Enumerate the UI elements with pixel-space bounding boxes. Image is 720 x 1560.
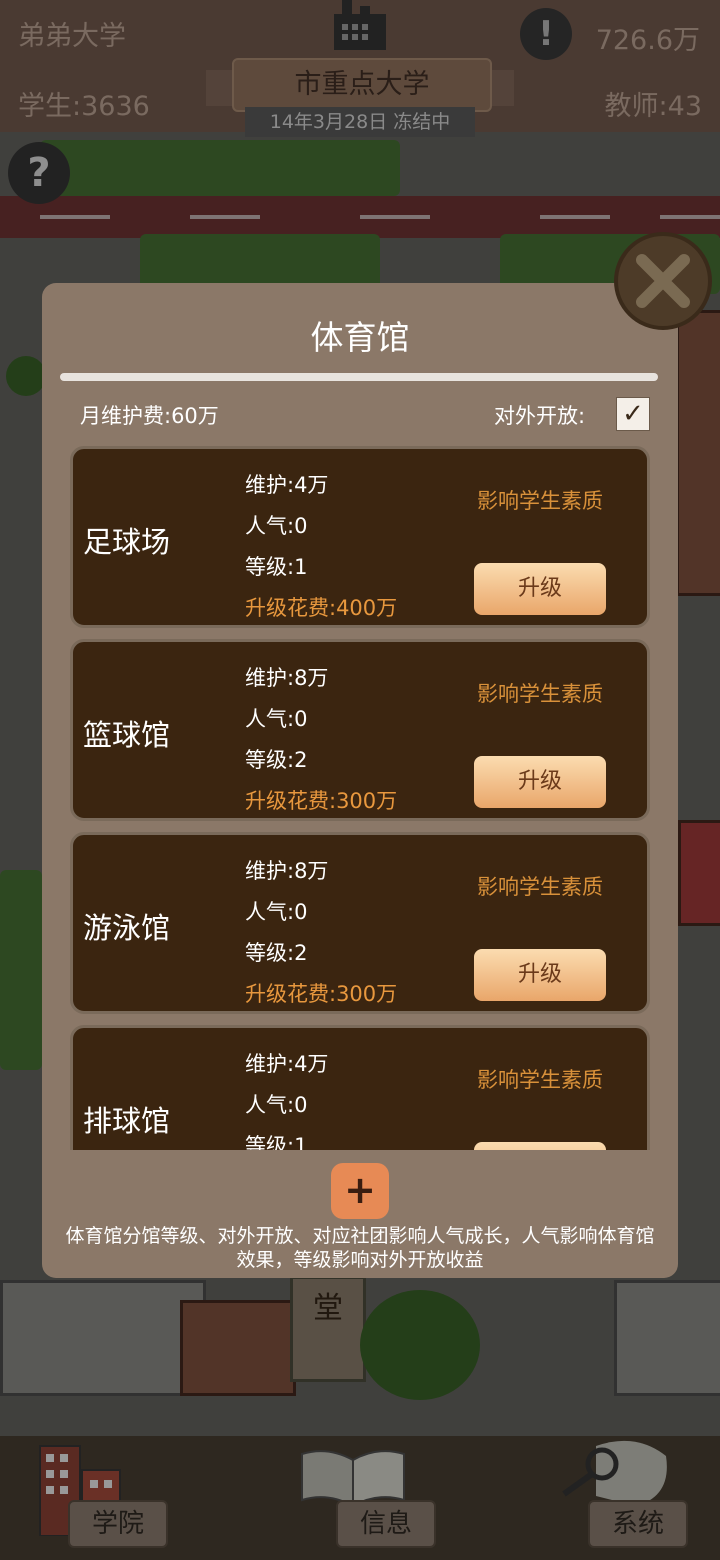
- facility-level: 等级:1: [245, 1134, 308, 1150]
- close-button[interactable]: [614, 232, 712, 330]
- panel-title: 体育馆: [310, 318, 410, 357]
- facility-popularity: 人气:0: [245, 900, 308, 924]
- top-hud: 弟弟大学 ! 726.6万 市重点大学 14年3月28日 冻结中 学生:3636…: [0, 0, 720, 137]
- students-count: 学生:3636: [18, 91, 150, 122]
- question-icon[interactable]: ?: [8, 142, 70, 204]
- facility-maintenance: 维护:8万: [245, 666, 329, 690]
- add-facility-button[interactable]: +: [331, 1163, 389, 1219]
- upgrade-button[interactable]: 升级: [474, 949, 606, 1001]
- open-to-public-label: 对外开放:: [494, 404, 586, 428]
- facility-card: 排球馆 维护:4万 人气:0 等级:1 影响学生素质 升级: [70, 1025, 650, 1150]
- facility-card: 游泳馆 维护:8万 人气:0 等级:2 升级花费:300万 影响学生素质 升级: [70, 832, 650, 1014]
- facility-effect: 影响学生素质: [477, 875, 603, 899]
- facility-popularity: 人气:0: [245, 707, 308, 731]
- facility-upgrade-cost: 升级花费:300万: [245, 789, 398, 813]
- factory-icon: [330, 0, 390, 50]
- facility-popularity: 人气:0: [245, 514, 308, 538]
- rank-title: 市重点大学: [232, 58, 492, 112]
- facility-maintenance: 维护:4万: [245, 1052, 329, 1076]
- facility-effect: 影响学生素质: [477, 682, 603, 706]
- facility-name: 足球场: [83, 525, 171, 559]
- alert-icon[interactable]: !: [520, 8, 572, 60]
- facility-card: 篮球馆 维护:8万 人气:0 等级:2 升级花费:300万 影响学生素质 升级: [70, 639, 650, 821]
- facility-upgrade-cost: 升级花费:300万: [245, 982, 398, 1006]
- panel-description: 体育馆分馆等级、对外开放、对应社团影响人气成长，人气影响体育馆效果，等级影响对外…: [65, 1225, 655, 1271]
- facility-maintenance: 维护:4万: [245, 473, 329, 497]
- facility-name: 游泳馆: [83, 911, 171, 945]
- college-tab[interactable]: 学院: [68, 1500, 168, 1548]
- teachers-count: 教师:43: [604, 91, 702, 122]
- facility-maintenance: 维护:8万: [245, 859, 329, 883]
- upgrade-button[interactable]: 升级: [474, 563, 606, 615]
- date-status: 14年3月28日 冻结中: [245, 107, 475, 137]
- upgrade-button[interactable]: 升级: [474, 1142, 606, 1150]
- upgrade-button[interactable]: 升级: [474, 756, 606, 808]
- system-tab[interactable]: 系统: [588, 1500, 688, 1548]
- info-tab[interactable]: 信息: [336, 1500, 436, 1548]
- facility-level: 等级:2: [245, 941, 308, 965]
- facility-level: 等级:1: [245, 555, 308, 579]
- facility-effect: 影响学生素质: [477, 489, 603, 513]
- facility-level: 等级:2: [245, 748, 308, 772]
- facility-effect: 影响学生素质: [477, 1068, 603, 1092]
- facility-card: 足球场 维护:4万 人气:0 等级:1 升级花费:400万 影响学生素质 升级: [70, 446, 650, 628]
- facility-upgrade-cost: 升级花费:400万: [245, 596, 398, 620]
- facility-popularity: 人气:0: [245, 1093, 308, 1117]
- money-display: 726.6万: [595, 25, 700, 56]
- monthly-maintenance: 月维护费:60万: [80, 404, 219, 428]
- facility-name: 篮球馆: [83, 718, 171, 752]
- close-icon: [636, 254, 690, 308]
- open-to-public-checkbox[interactable]: ✓: [616, 397, 650, 431]
- panel-divider: [60, 373, 658, 381]
- facility-name: 排球馆: [83, 1104, 171, 1138]
- university-name[interactable]: 弟弟大学: [18, 16, 203, 58]
- checkmark-icon: ✓: [622, 399, 644, 429]
- facility-list[interactable]: 足球场 维护:4万 人气:0 等级:1 升级花费:400万 影响学生素质 升级 …: [70, 446, 650, 1150]
